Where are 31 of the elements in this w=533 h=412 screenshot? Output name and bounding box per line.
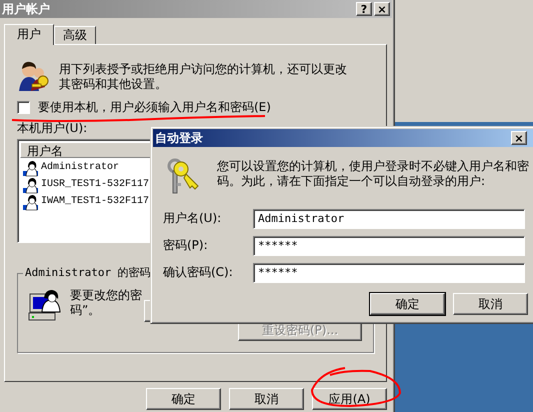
input-field[interactable]: ****** [253, 236, 525, 256]
intro-text: 用下列表授予或拒绝用户访问您的计算机，还可以更改其密码和其他设置。 [59, 61, 348, 92]
dialog-button[interactable]: 取消 [453, 293, 528, 315]
tab[interactable]: 用户 [4, 24, 54, 45]
intro-text: 您可以设置您的计算机，使用户登录时不必键入用户名和密码。为此，请在下面指定一个可以自动登录的用户: [217, 158, 530, 190]
dialog-button[interactable]: 应用(A) [312, 388, 387, 410]
computer-user-icon [28, 288, 62, 322]
users-label: 本机用户(U): [17, 121, 88, 136]
user-icon [22, 160, 40, 177]
field-label: 用户名(U): [163, 211, 222, 226]
tab[interactable]: 高级 [54, 26, 96, 44]
field-label: 确认密码(C): [163, 265, 234, 280]
checkbox[interactable] [17, 101, 30, 114]
password-text: 码”。 [70, 303, 102, 318]
close-button[interactable]: × [511, 131, 527, 145]
dialog-button[interactable]: 确定 [146, 388, 221, 410]
input-field[interactable]: Administrator [253, 208, 525, 228]
dialog-button[interactable]: 确定 [370, 293, 445, 315]
input-field[interactable]: ****** [253, 262, 525, 282]
user-icon [22, 194, 40, 211]
password-text: 要更改您的密 [70, 288, 142, 303]
window-title: 用户帐户 [2, 2, 51, 16]
user-name[interactable]: IUSR_TEST1-532F117 [41, 179, 150, 192]
user-name[interactable]: IWAM_TEST1-532F117 [41, 196, 150, 209]
users-key-icon [17, 59, 51, 93]
user-icon [22, 177, 40, 194]
dialog-button[interactable]: 取消 [229, 388, 304, 410]
user-name[interactable]: Administrator [41, 162, 120, 175]
field-label: 密码(P): [163, 238, 209, 253]
group-title: Administrator 的密码 [23, 266, 153, 280]
checkbox-label: 要使用本机，用户必须输入用户名和密码(E) [38, 100, 271, 115]
